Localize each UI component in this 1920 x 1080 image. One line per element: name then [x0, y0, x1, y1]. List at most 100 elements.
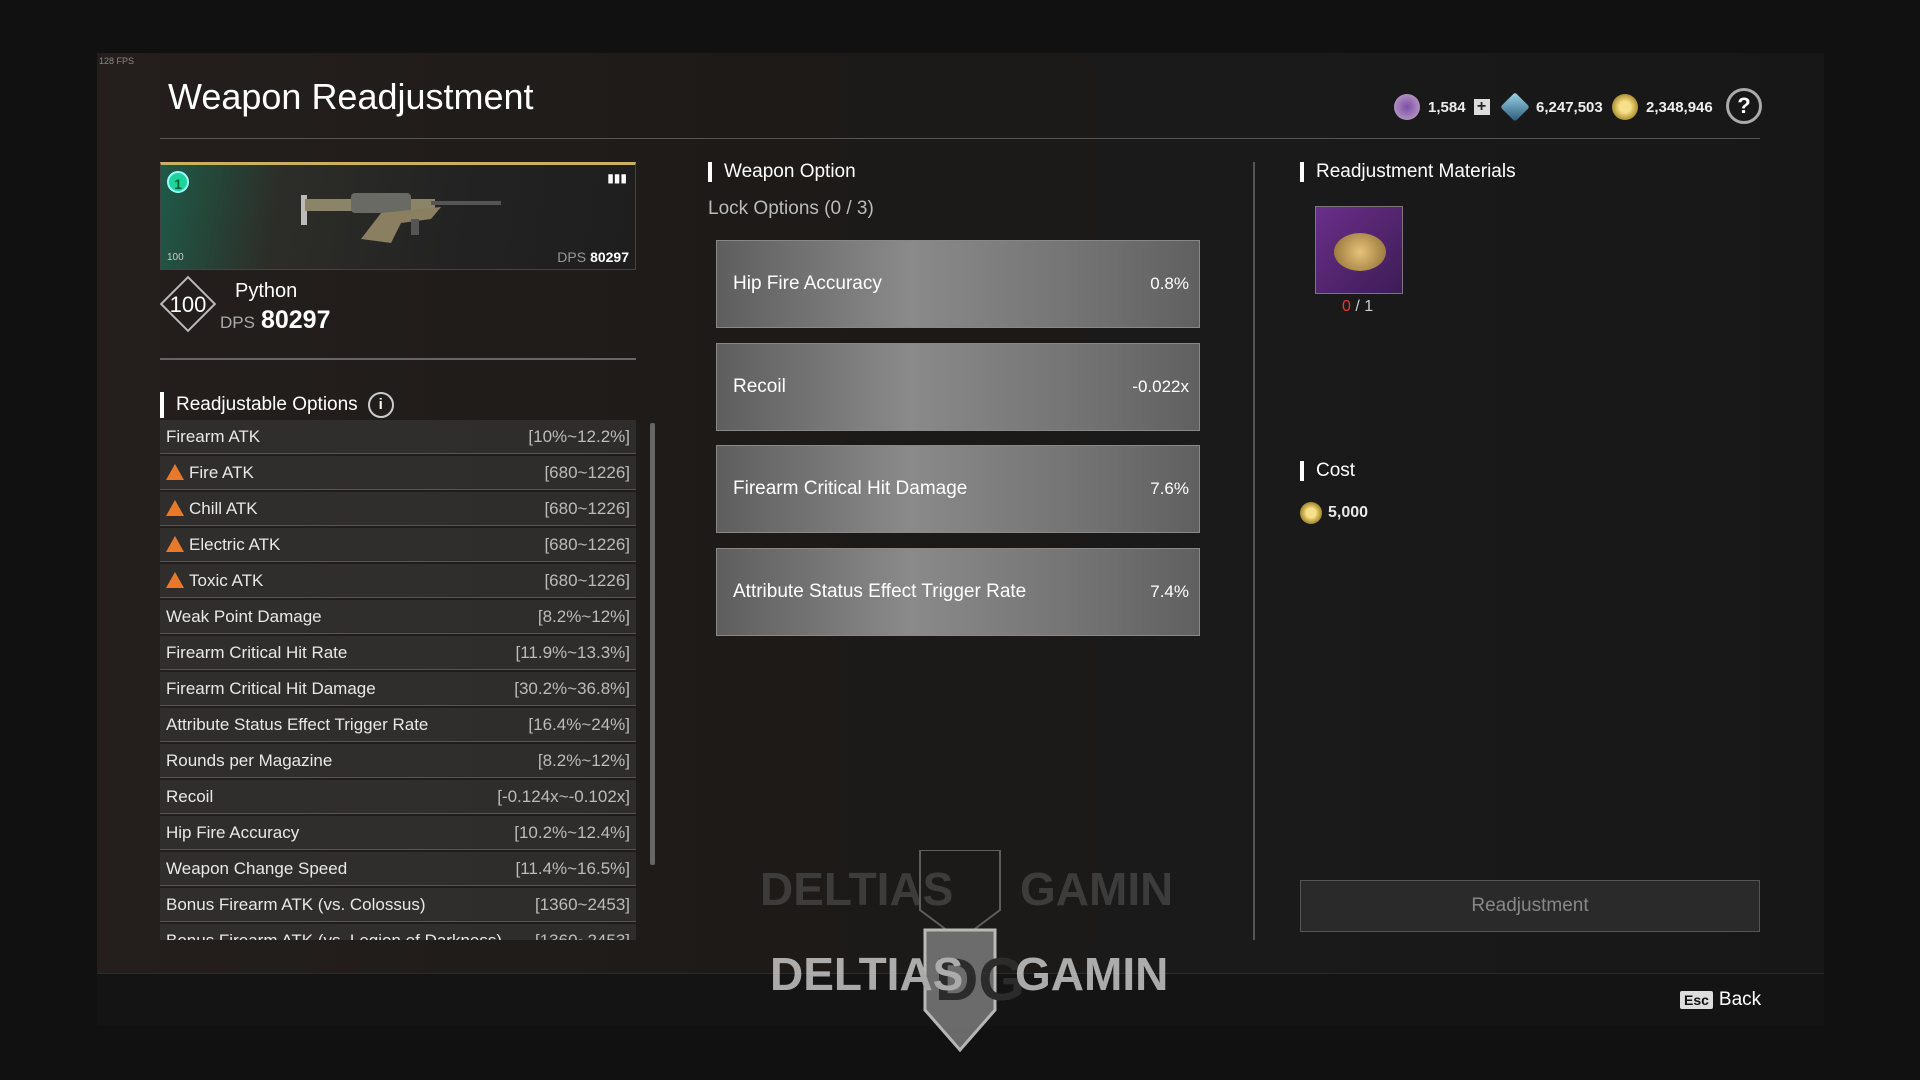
- readjustable-option-row: Weapon Change Speed [11.4%~16.5%]: [160, 852, 636, 886]
- gold-coin-icon: [1300, 502, 1322, 524]
- option-range: [10.2%~12.4%]: [514, 822, 630, 842]
- cost-heading: Cost: [1300, 461, 1355, 481]
- svg-text:DELTIAS: DELTIAS: [760, 863, 953, 915]
- option-name: Fire ATK: [166, 463, 254, 483]
- card-dps: DPS 80297: [557, 249, 629, 265]
- option-name: Recoil: [166, 787, 213, 807]
- readjustable-option-row: Weak Point Damage [8.2%~12%]: [160, 600, 636, 634]
- weapon-option-card[interactable]: Firearm Critical Hit Damage 7.6%: [716, 445, 1200, 533]
- option-name: Weak Point Damage: [166, 607, 322, 627]
- option-label: Recoil: [166, 786, 214, 806]
- page-title: Weapon Readjustment: [168, 76, 534, 117]
- weapon-level-small: 100: [167, 252, 184, 263]
- option-label: Weak Point Damage: [166, 606, 322, 626]
- weapon-option-card[interactable]: Hip Fire Accuracy 0.8%: [716, 240, 1200, 328]
- option-range: [1360~2453]: [534, 930, 630, 941]
- gold-coin-icon: [1612, 94, 1638, 120]
- scrollbar[interactable]: [650, 423, 655, 865]
- weapon-option-card[interactable]: Recoil -0.022x: [716, 342, 1200, 431]
- option-value: 7.4%: [1150, 581, 1189, 601]
- readjustable-option-row: Chill ATK [680~1226]: [160, 492, 636, 526]
- option-label: Firearm Critical Hit Rate: [166, 642, 348, 662]
- option-name: Firearm Critical Hit Rate: [166, 643, 347, 663]
- option-range: [680~1226]: [544, 462, 630, 482]
- materials-heading: Readjustment Materials: [1300, 162, 1516, 182]
- crystal-badge-icon: [1394, 94, 1420, 120]
- weapon-dps: DPS 80297: [220, 306, 331, 335]
- option-range: [16.4%~24%]: [528, 714, 630, 734]
- add-icon[interactable]: +: [1473, 99, 1490, 115]
- readjustable-option-row: Attribute Status Effect Trigger Rate [16.…: [160, 708, 636, 742]
- option-name: Bonus Firearm ATK (vs. Legion of Darknes…: [166, 931, 502, 941]
- option-name: Hip Fire Accuracy: [733, 273, 882, 294]
- readjustment-button[interactable]: Readjustment: [1300, 880, 1760, 932]
- dps-value: 80297: [590, 249, 629, 265]
- option-range: [11.4%~16.5%]: [515, 858, 630, 878]
- option-label: Chill ATK: [189, 498, 258, 518]
- warning-icon: [166, 499, 184, 516]
- weapon-level: 100: [169, 292, 207, 317]
- watermark-logo: DELTIAS GAMING DG DELTIAS GAMING: [760, 850, 1170, 1053]
- weapon-card[interactable]: 1 ▮▮▮ 100 DPS 80297: [160, 162, 636, 270]
- svg-text:GAMING: GAMING: [1020, 863, 1170, 915]
- currency-crystal: 1,584 +: [1394, 94, 1490, 120]
- dps-label: DPS: [557, 249, 587, 265]
- readjustable-options-list: Firearm ATK [10%~12.2%] Fire ATK [680~1226]…: [160, 420, 636, 940]
- readjustment-material-item[interactable]: [1315, 206, 1403, 294]
- dps-label: DPS: [220, 313, 255, 332]
- warning-icon: [166, 571, 184, 588]
- rank-badge: 1: [167, 171, 189, 193]
- option-name: Toxic ATK: [166, 571, 263, 591]
- option-name: Firearm Critical Hit Damage: [166, 679, 376, 699]
- cost-value: 5,000: [1300, 502, 1368, 524]
- option-label: Bonus Firearm ATK (vs. Colossus): [166, 894, 426, 914]
- weapon-image: [301, 193, 501, 243]
- option-label: Attribute Status Effect Trigger Rate: [166, 714, 429, 734]
- option-label: Firearm Critical Hit Damage: [166, 678, 376, 698]
- readjustable-options-heading: Readjustable Options i: [160, 392, 394, 418]
- material-count: 0 / 1: [1342, 298, 1373, 316]
- readjustable-option-row: Firearm Critical Hit Damage [30.2%~36.8%]: [160, 672, 636, 706]
- warning-icon: [166, 463, 184, 480]
- option-label: Fire ATK: [189, 462, 254, 482]
- option-label: Firearm ATK: [166, 426, 261, 446]
- material-need: 1: [1364, 298, 1374, 315]
- help-button[interactable]: ?: [1726, 88, 1762, 124]
- kuiper-shard-icon: [1500, 92, 1530, 122]
- option-name: Chill ATK: [166, 499, 258, 519]
- material-have: 0: [1342, 298, 1351, 315]
- option-range: [680~1226]: [544, 498, 630, 518]
- currency-value: 1,584: [1428, 98, 1466, 116]
- readjustable-option-row: Firearm Critical Hit Rate [11.9%~13.3%]: [160, 636, 636, 670]
- option-name: Attribute Status Effect Trigger Rate: [733, 580, 1027, 602]
- back-label: Back: [1718, 989, 1762, 1010]
- weapon-option-card[interactable]: Attribute Status Effect Trigger Rate 7.4%: [716, 547, 1200, 636]
- option-name: Weapon Change Speed: [166, 859, 347, 879]
- readjustable-option-row: Firearm ATK [10%~12.2%]: [160, 420, 636, 454]
- option-label: Toxic ATK: [189, 570, 264, 590]
- option-range: [1360~2453]: [534, 894, 630, 914]
- readjustable-option-row: Rounds per Magazine [8.2%~12%]: [160, 744, 636, 778]
- option-range: [11.9%~13.3%]: [515, 642, 630, 662]
- fps-counter: 128 FPS: [99, 56, 135, 66]
- option-label: Weapon Change Speed: [166, 858, 348, 878]
- material-sep: /: [1350, 298, 1365, 315]
- header-divider: [160, 138, 1760, 139]
- option-range: [8.2%~12%]: [537, 750, 630, 770]
- currency-gold: 2,348,946: [1612, 94, 1713, 120]
- option-name: Recoil: [733, 375, 786, 397]
- option-name: Hip Fire Accuracy: [166, 823, 299, 843]
- info-icon[interactable]: i: [367, 392, 394, 418]
- back-button[interactable]: Esc Back: [1680, 989, 1761, 1011]
- lock-options-count: Lock Options (0 / 3): [708, 198, 874, 219]
- svg-text:GAMING: GAMING: [1015, 948, 1170, 1000]
- option-range: [680~1226]: [544, 570, 630, 590]
- readjustable-option-row: Hip Fire Accuracy [10.2%~12.4%]: [160, 816, 636, 850]
- option-value: -0.022x: [1132, 376, 1189, 396]
- readjustable-option-row: Electric ATK [680~1226]: [160, 528, 636, 562]
- vertical-divider: [1253, 162, 1255, 940]
- option-range: [30.2%~36.8%]: [514, 678, 630, 698]
- option-range: [680~1226]: [544, 534, 630, 554]
- divider: [160, 358, 636, 360]
- currency-shard: 6,247,503: [1500, 92, 1603, 122]
